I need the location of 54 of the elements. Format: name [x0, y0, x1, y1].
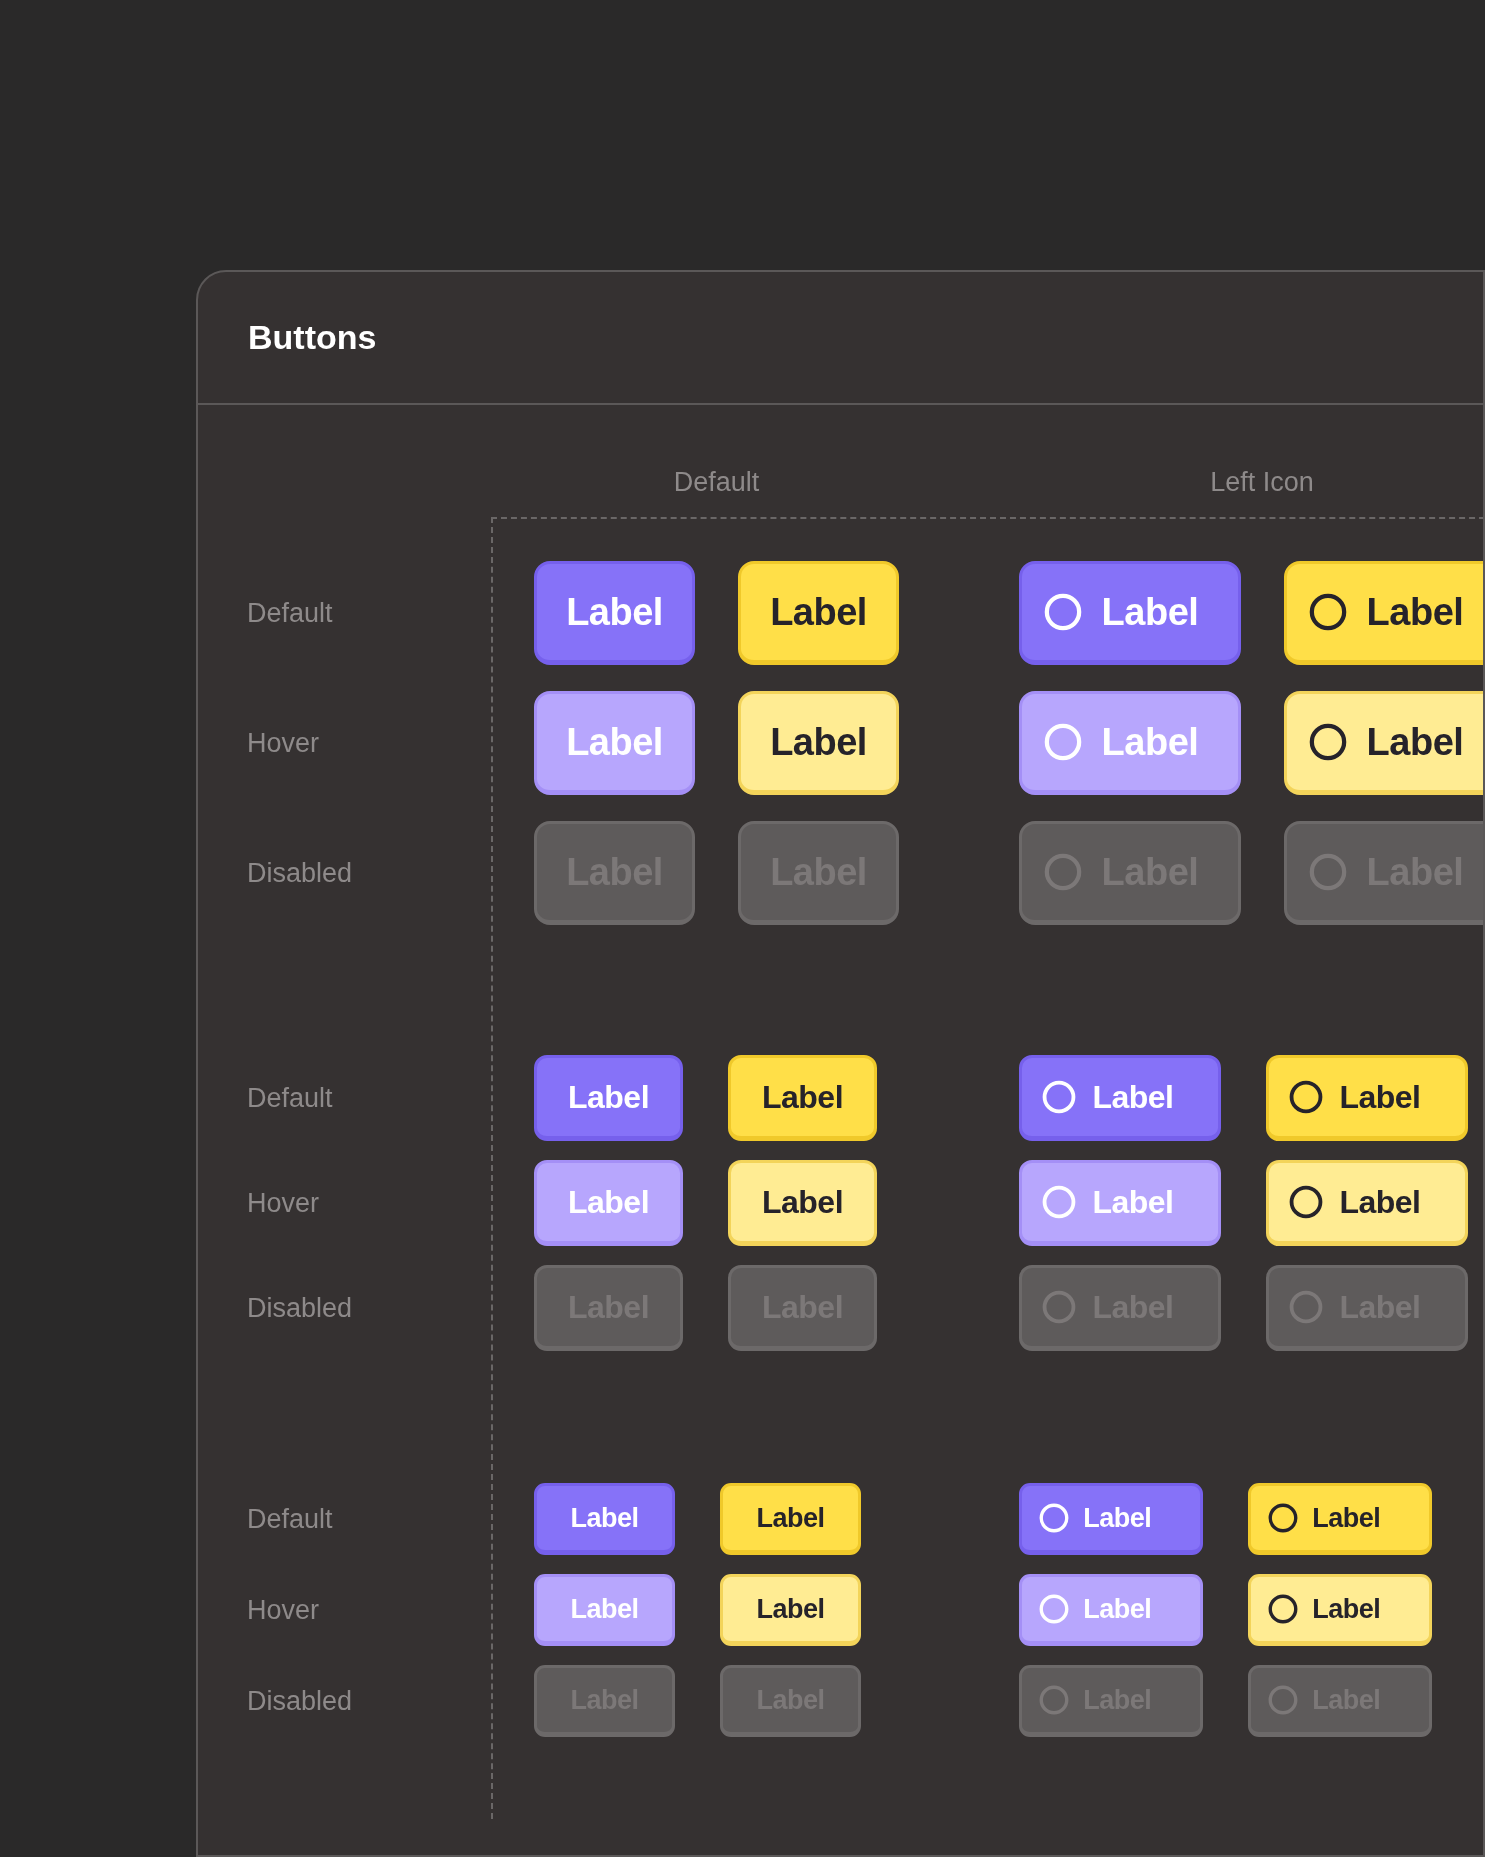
label-button[interactable]: Label: [1019, 561, 1241, 665]
label-button[interactable]: Label: [1019, 1055, 1221, 1141]
circle-icon: [1038, 1594, 1069, 1624]
label-button[interactable]: Label: [738, 691, 899, 795]
circle-icon: [1041, 1185, 1076, 1219]
label-button[interactable]: Label: [534, 691, 695, 795]
state-label: Default: [247, 1082, 333, 1114]
label-button[interactable]: Label: [1019, 691, 1241, 795]
circle-icon: [1044, 723, 1083, 761]
circle-icon: [1309, 593, 1348, 631]
state-label: Disabled: [247, 857, 353, 889]
column-header: Left Icon: [1209, 467, 1315, 499]
panel-title: Buttons: [248, 318, 377, 357]
circle-icon: [1267, 1594, 1298, 1624]
circle-icon: [1288, 1080, 1323, 1114]
label-button[interactable]: Label: [738, 561, 899, 665]
circle-icon: [1038, 1503, 1069, 1533]
circle-icon: [1044, 853, 1083, 891]
label-button[interactable]: Label: [534, 561, 695, 665]
state-label: Default: [247, 1503, 333, 1535]
circle-icon: [1309, 853, 1348, 891]
state-label: Hover: [247, 1187, 320, 1219]
label-button[interactable]: Label: [1019, 1483, 1203, 1555]
label-button[interactable]: Label: [1266, 1055, 1468, 1141]
state-label: Hover: [247, 1594, 320, 1626]
column-header: Default: [672, 467, 761, 499]
label-button[interactable]: Label: [534, 1483, 675, 1555]
state-label: Default: [247, 597, 333, 629]
state-label: Hover: [247, 727, 320, 759]
label-button[interactable]: Label: [1266, 1160, 1468, 1246]
label-button[interactable]: Label: [728, 1055, 877, 1141]
label-button[interactable]: Label: [1019, 1160, 1221, 1246]
label-button[interactable]: Label: [1248, 1483, 1432, 1555]
circle-icon: [1041, 1290, 1076, 1324]
circle-icon: [1044, 593, 1083, 631]
label-button[interactable]: Label: [728, 1160, 877, 1246]
label-button[interactable]: Label: [534, 1574, 675, 1646]
label-button[interactable]: Label: [534, 1055, 683, 1141]
state-label: Disabled: [247, 1685, 353, 1717]
circle-icon: [1309, 723, 1348, 761]
label-button[interactable]: Label: [1019, 1574, 1203, 1646]
label-button[interactable]: Label: [1284, 691, 1483, 795]
label-button[interactable]: Label: [1284, 561, 1483, 665]
label-button[interactable]: Label: [720, 1574, 861, 1646]
circle-icon: [1267, 1685, 1298, 1715]
label-button[interactable]: Label: [720, 1483, 861, 1555]
state-label: Disabled: [247, 1292, 353, 1324]
circle-icon: [1288, 1185, 1323, 1219]
circle-icon: [1038, 1685, 1069, 1715]
circle-icon: [1267, 1503, 1298, 1533]
circle-icon: [1041, 1080, 1076, 1114]
label-button[interactable]: Label: [1248, 1574, 1432, 1646]
circle-icon: [1288, 1290, 1323, 1324]
label-button[interactable]: Label: [534, 1160, 683, 1246]
